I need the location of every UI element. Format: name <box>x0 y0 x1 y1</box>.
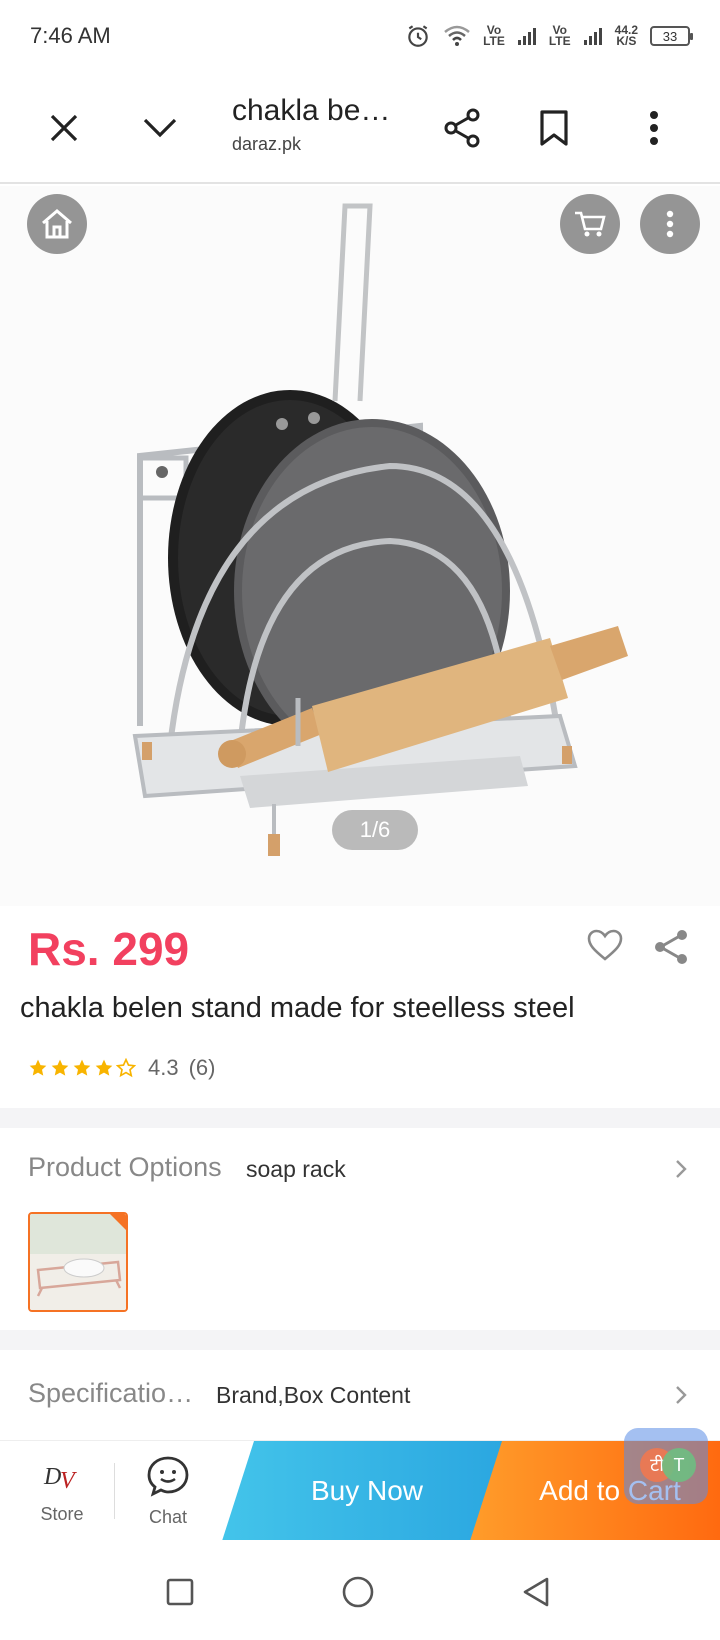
product-options-value: soap rack <box>246 1156 346 1182</box>
star-outline-icon <box>116 1058 136 1078</box>
soap-rack-thumbnail <box>30 1214 126 1310</box>
svg-text:V: V <box>60 1468 77 1494</box>
home-button[interactable] <box>27 194 87 254</box>
signal-icon-2 <box>583 28 602 45</box>
more-options-button[interactable] <box>626 100 682 156</box>
option-thumbnail[interactable] <box>28 1212 128 1312</box>
bottom-action-bar: DV Store Chat Buy Now Add to Cart <box>0 1440 720 1541</box>
alarm-icon <box>408 25 428 47</box>
page-title: chakla be… <box>232 94 391 127</box>
product-options-label: Product Options <box>28 1152 222 1182</box>
home-nav-button[interactable] <box>330 1564 386 1620</box>
rating-stars <box>28 1058 136 1078</box>
more-vert-icon <box>650 111 658 145</box>
store-label: Store <box>40 1503 84 1524</box>
browser-toolbar: chakla be… daraz.pk <box>0 72 720 184</box>
svg-text:D: D <box>43 1464 61 1490</box>
star-icon <box>29 1059 47 1076</box>
translate-target-glyph: T <box>662 1448 696 1482</box>
action-separator <box>114 1463 115 1519</box>
chevron-right-icon <box>676 1160 687 1178</box>
specifications-value: Brand,Box Content <box>216 1382 411 1408</box>
product-price: Rs. 299 <box>28 923 190 975</box>
chevron-right-icon <box>676 1386 687 1404</box>
page-title-block[interactable]: chakla be… daraz.pk <box>232 94 402 155</box>
battery-icon: 33 <box>650 26 693 46</box>
bookmark-button[interactable] <box>526 100 582 156</box>
store-button[interactable]: DV Store <box>12 1441 112 1541</box>
translate-bubble[interactable]: टी T <box>624 1428 708 1504</box>
collapse-button[interactable] <box>132 100 188 156</box>
back-nav-button[interactable] <box>508 1564 564 1620</box>
share-icon <box>444 108 480 148</box>
share-button[interactable] <box>434 100 490 156</box>
page-url: daraz.pk <box>232 134 302 154</box>
chat-label: Chat <box>148 1506 188 1527</box>
image-counter: 1/6 <box>332 810 418 850</box>
close-icon <box>50 114 78 142</box>
star-icon <box>51 1059 69 1076</box>
section-divider <box>0 1330 720 1350</box>
product-image <box>132 203 628 856</box>
star-icon <box>73 1059 91 1076</box>
chat-button[interactable]: Chat <box>118 1441 218 1541</box>
close-button[interactable] <box>36 100 92 156</box>
share-icon[interactable] <box>652 928 690 966</box>
system-nav-bar <box>0 1540 720 1640</box>
network-label-1: Vo LTE <box>483 23 505 48</box>
chevron-down-icon <box>143 118 177 138</box>
home-circle-icon <box>342 1576 374 1608</box>
home-icon <box>42 209 72 239</box>
status-time: 7:46 AM <box>30 23 111 48</box>
rating-count: (6) <box>188 1055 216 1080</box>
chat-icon <box>147 1456 189 1497</box>
more-vert-icon <box>666 210 674 238</box>
wishlist-heart-icon[interactable] <box>586 928 624 962</box>
specifications-label: Specificatio… <box>28 1378 194 1408</box>
bookmark-icon <box>540 110 568 146</box>
cart-icon <box>575 211 606 237</box>
star-icon <box>95 1059 113 1076</box>
status-bar: 7:46 AM Vo LTE Vo LTE 44.2 K/S 33 <box>0 0 720 72</box>
buy-now-button[interactable]: Buy Now <box>222 1441 512 1541</box>
back-triangle-icon <box>523 1577 549 1607</box>
recents-square-icon <box>166 1578 194 1606</box>
network-speed: 44.2 K/S <box>614 23 638 48</box>
rating-row[interactable]: 4.3 (6) <box>28 1055 215 1081</box>
network-label-2: Vo LTE <box>548 23 571 48</box>
recents-button[interactable] <box>152 1564 208 1620</box>
gallery-more-button[interactable] <box>640 194 700 254</box>
product-image-gallery[interactable]: 1/6 <box>0 186 720 906</box>
product-title: chakla belen stand made for steelless st… <box>20 992 575 1024</box>
price-actions <box>586 928 690 966</box>
cart-button[interactable] <box>560 194 620 254</box>
status-icons: Vo LTE Vo LTE 44.2 K/S 33 <box>405 23 693 49</box>
rating-value: 4.3 <box>148 1055 179 1080</box>
section-divider <box>0 1108 720 1128</box>
wifi-icon <box>444 25 470 46</box>
signal-icon-1 <box>517 28 536 45</box>
store-logo-icon: DV <box>43 1464 77 1494</box>
